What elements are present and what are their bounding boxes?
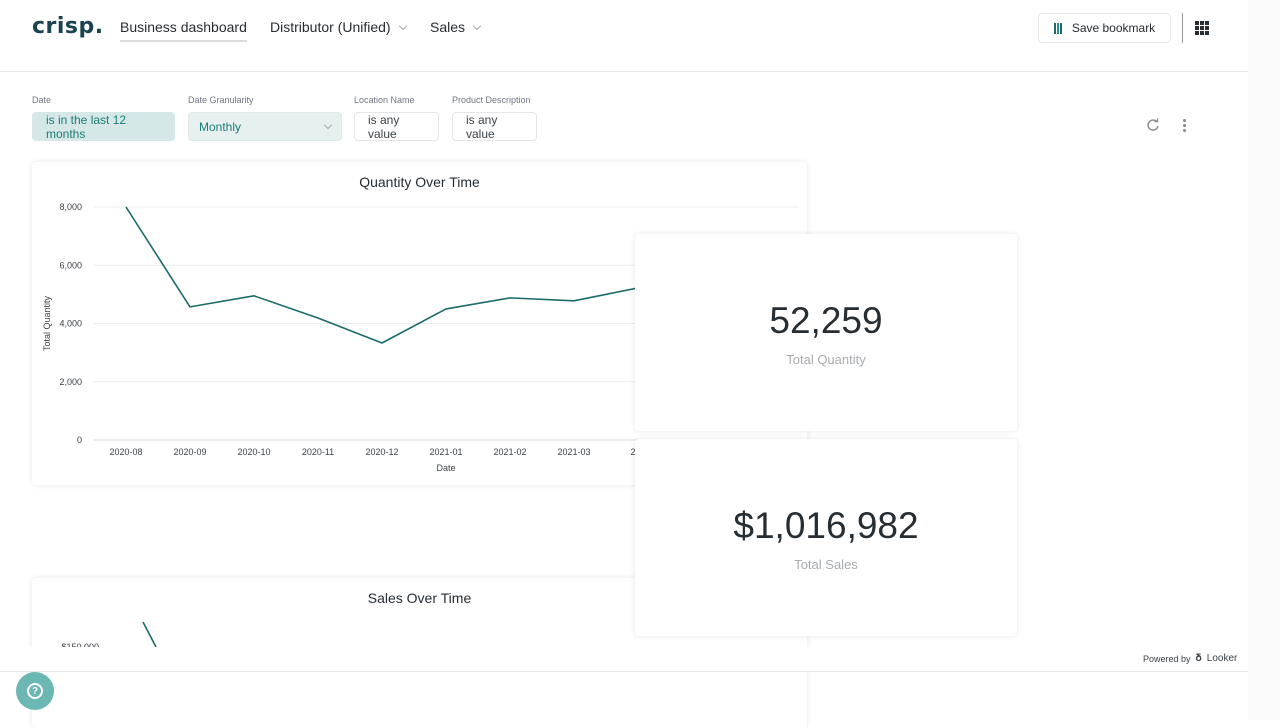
powered-by-looker: Powered by 𝛅 Looker xyxy=(1143,653,1237,664)
nav-business-dashboard[interactable]: Business dashboard xyxy=(120,19,247,42)
nav-label: Distributor (Unified) xyxy=(270,19,391,35)
filter-label: Product Description xyxy=(452,95,537,105)
filter-date-granularity: Date Granularity Monthly xyxy=(188,95,342,141)
save-bookmark-label: Save bookmark xyxy=(1072,21,1155,35)
y-tick-label: 8,000 xyxy=(59,202,82,212)
save-bookmark-button[interactable]: Save bookmark xyxy=(1038,13,1171,43)
looker-logo-icon: 𝛅 xyxy=(1196,653,1202,664)
nav-label: Business dashboard xyxy=(120,19,247,35)
quantity-series-line xyxy=(126,207,638,343)
x-tick-label: 2020-11 xyxy=(302,447,334,457)
nav-label: Sales xyxy=(430,19,465,35)
y-axis-label: Total Quantity xyxy=(42,295,52,351)
filter-date: Date is in the last 12 months xyxy=(32,95,175,141)
total-sales-tile: $1,016,982 Total Sales xyxy=(635,439,1017,636)
help-button[interactable]: ? xyxy=(16,672,54,710)
filter-date-control[interactable]: is in the last 12 months xyxy=(32,112,175,141)
filter-value: is in the last 12 months xyxy=(46,113,161,141)
sales-series-line xyxy=(143,622,156,647)
y-tick-label: 4,000 xyxy=(59,319,82,329)
refresh-icon[interactable] xyxy=(1146,118,1160,132)
looker-brand: Looker xyxy=(1207,653,1238,664)
x-tick-label: 2021-02 xyxy=(493,447,526,457)
page-scroll-gutter xyxy=(1248,0,1280,720)
filter-value: Monthly xyxy=(199,120,241,134)
filter-location-control[interactable]: is any value xyxy=(354,112,439,141)
x-tick-label: 2020-10 xyxy=(237,447,270,457)
x-tick-label: 2020-09 xyxy=(173,447,206,457)
nav-sales[interactable]: Sales xyxy=(430,19,480,35)
filter-product-description: Product Description is any value xyxy=(452,95,537,141)
total-quantity-tile: 52,259 Total Quantity xyxy=(635,234,1017,431)
filter-granularity-select[interactable]: Monthly xyxy=(188,112,342,141)
powered-by-text: Powered by xyxy=(1143,654,1191,664)
filter-location-name: Location Name is any value xyxy=(354,95,439,141)
chevron-down-icon xyxy=(324,121,332,129)
kebab-menu-icon[interactable] xyxy=(1183,119,1187,132)
top-navigation-bar: crisp. Business dashboard Distributor (U… xyxy=(0,0,1248,72)
total-quantity-label: Total Quantity xyxy=(635,352,1017,367)
total-sales-value: $1,016,982 xyxy=(635,505,1017,547)
filter-value: is any value xyxy=(466,113,523,141)
total-sales-label: Total Sales xyxy=(635,557,1017,572)
chevron-down-icon xyxy=(398,21,406,29)
crisp-logo[interactable]: crisp. xyxy=(32,14,104,39)
chevron-down-icon xyxy=(473,21,481,29)
footer-divider xyxy=(0,671,1248,672)
x-axis-label: Date xyxy=(436,463,455,473)
bookmark-icon xyxy=(1054,23,1062,34)
filter-product-control[interactable]: is any value xyxy=(452,112,537,141)
filter-value: is any value xyxy=(368,113,425,141)
x-tick-label: 2021-03 xyxy=(557,447,590,457)
header-divider xyxy=(1182,13,1183,43)
nav-distributor-unified[interactable]: Distributor (Unified) xyxy=(270,19,406,35)
footer-mask xyxy=(0,647,1248,671)
y-tick-label: 0 xyxy=(77,435,82,445)
x-tick-label: 2021-01 xyxy=(429,447,462,457)
grid-apps-icon[interactable] xyxy=(1195,21,1209,35)
filter-label: Date xyxy=(32,95,175,105)
x-tick-label: 2020-12 xyxy=(365,447,398,457)
x-tick-label: 2020-08 xyxy=(109,447,142,457)
total-quantity-value: 52,259 xyxy=(635,300,1017,342)
filter-label: Location Name xyxy=(354,95,439,105)
filter-label: Date Granularity xyxy=(188,95,342,105)
y-tick-label: 2,000 xyxy=(59,377,82,387)
y-tick-label: 6,000 xyxy=(59,260,82,270)
help-question-icon: ? xyxy=(27,683,43,699)
